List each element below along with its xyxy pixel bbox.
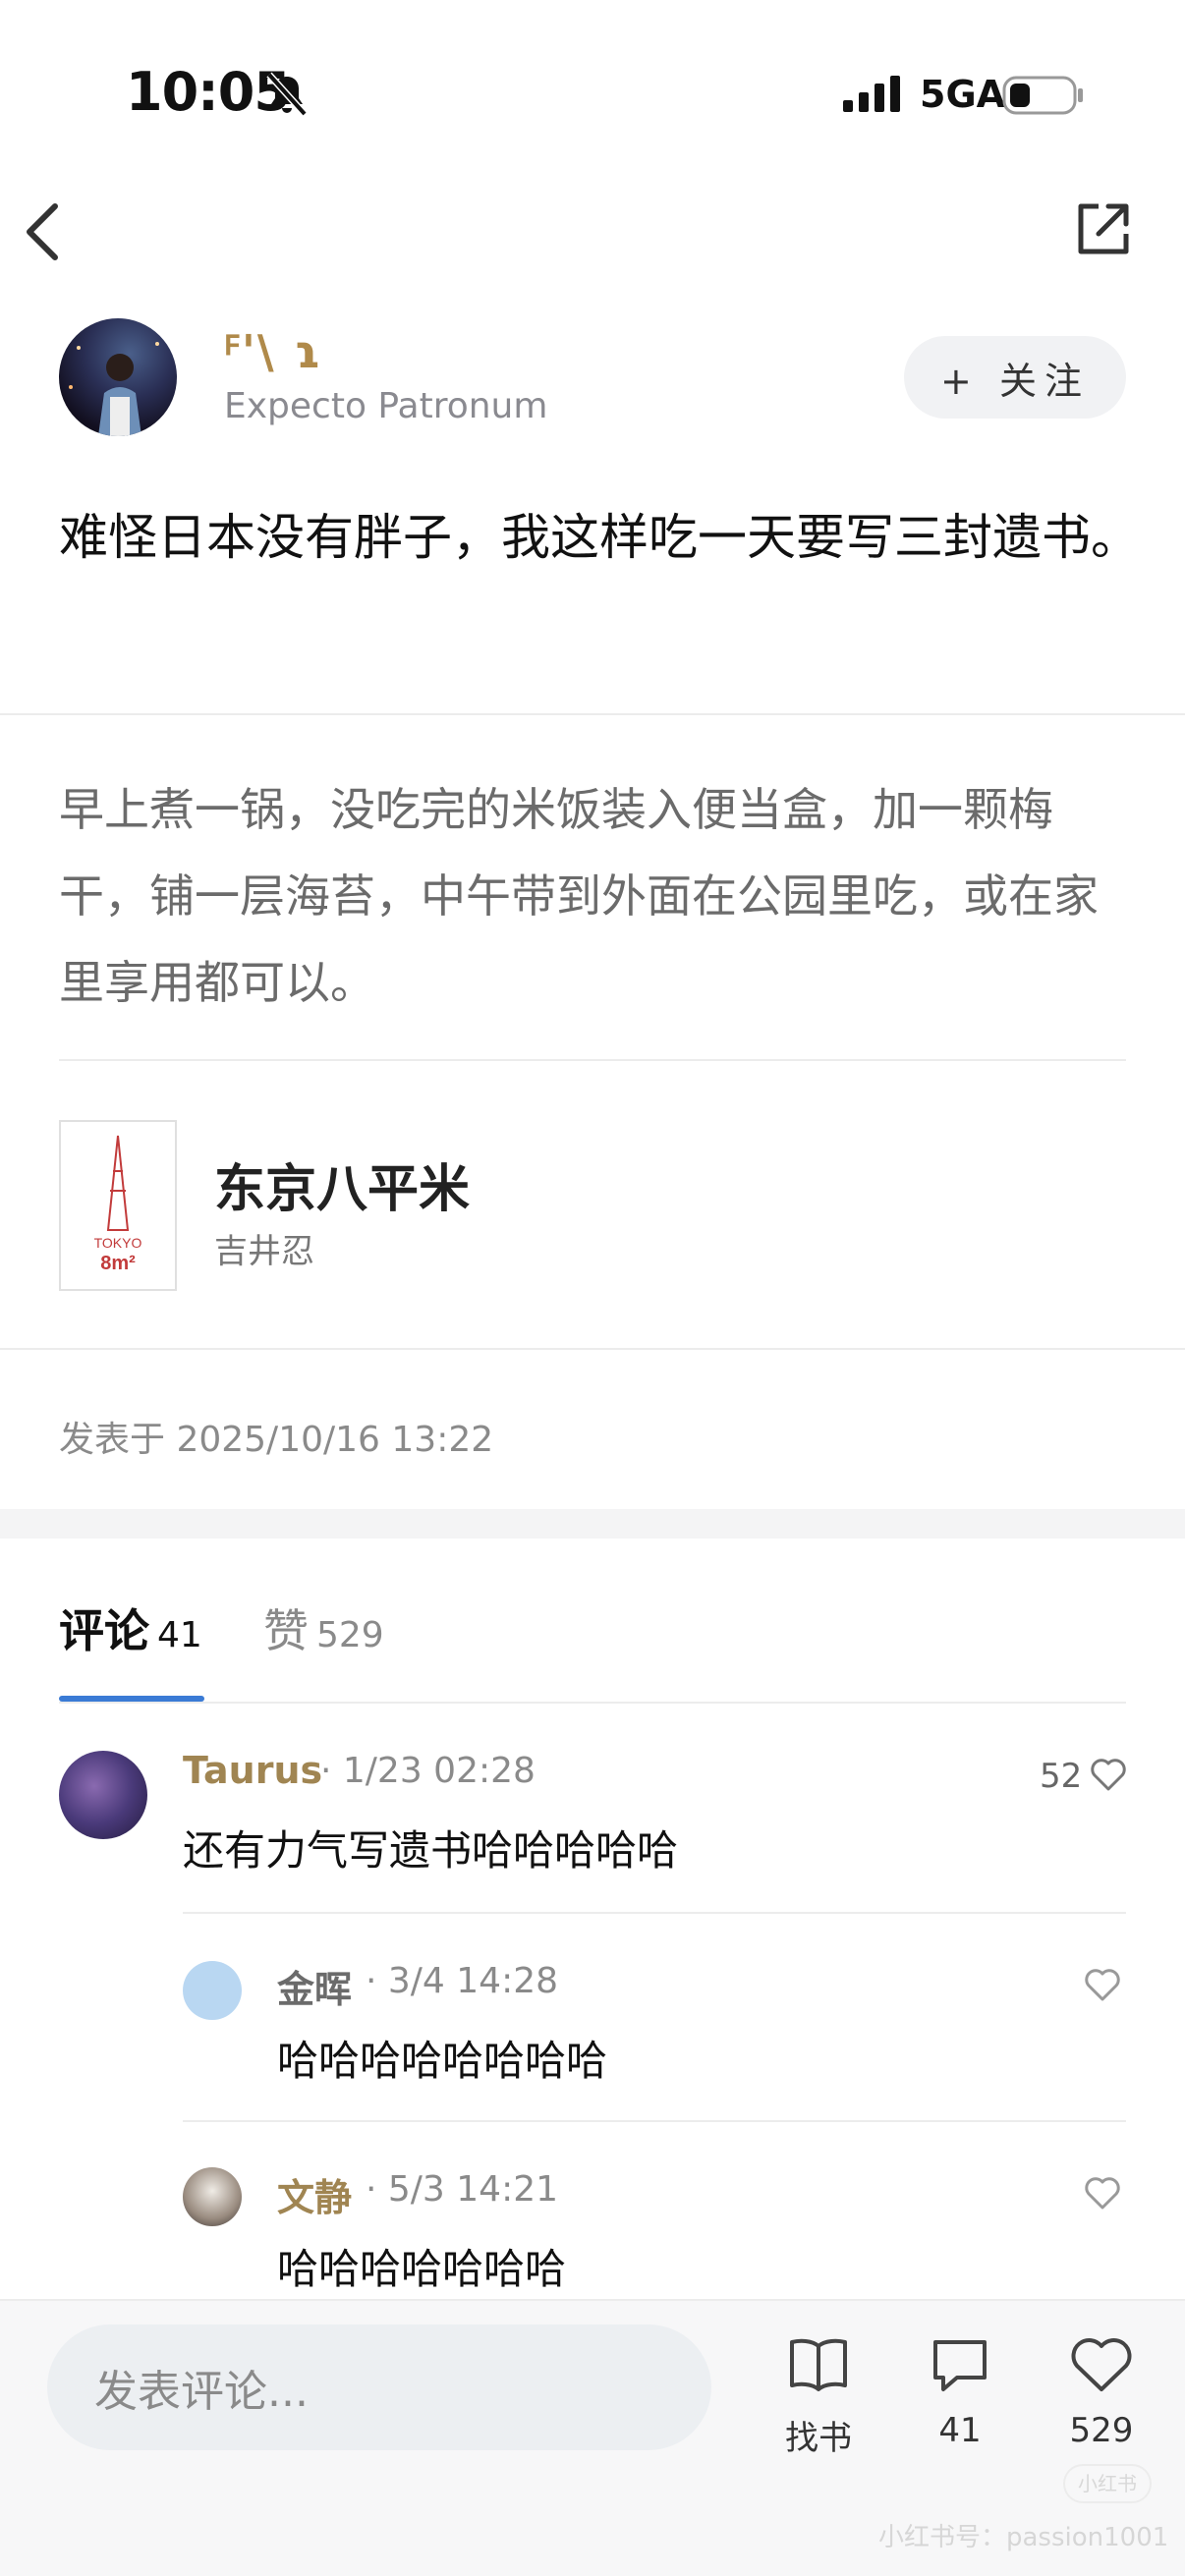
reply-author[interactable]: 文静 bbox=[277, 2167, 352, 2221]
publish-time: 发表于 2025/10/16 13:22 bbox=[59, 1420, 494, 1460]
book-title[interactable]: 东京八平米 bbox=[214, 1148, 470, 1221]
comment-count: 41 bbox=[938, 2411, 982, 2450]
heart-icon[interactable] bbox=[1083, 1965, 1122, 2004]
status-bar: 10:05 5GA bbox=[0, 0, 1185, 187]
like-count: 529 bbox=[1069, 2411, 1134, 2450]
like-button[interactable]: 529 bbox=[1047, 2334, 1156, 2450]
heart-icon bbox=[1071, 2338, 1132, 2391]
tab-likes-label: 赞 bbox=[263, 1604, 309, 1657]
divider bbox=[0, 1348, 1185, 1350]
bell-muted-icon bbox=[266, 72, 308, 117]
author-name[interactable]: ꟳ'\ ɿ bbox=[224, 320, 322, 381]
reply-text: 哈哈哈哈哈哈哈哈 bbox=[277, 2037, 608, 2085]
tab-comments[interactable]: 评论 41 bbox=[59, 1596, 202, 1660]
post-body: 早上煮一锅，没吃完的米饭装入便当盒，加一颗梅干，铺一层海苔，中午带到外面在公园里… bbox=[59, 783, 1099, 1009]
signal-icon bbox=[843, 76, 900, 112]
find-book-button[interactable]: 找书 bbox=[764, 2334, 873, 2459]
back-icon[interactable] bbox=[18, 196, 73, 267]
watermark-badge: 小红书 bbox=[1063, 2464, 1152, 2503]
comment-icon bbox=[933, 2340, 987, 2391]
svg-text:8m²: 8m² bbox=[100, 1253, 136, 1274]
comment-author[interactable]: Taurus bbox=[183, 1749, 322, 1792]
comment-button[interactable]: 41 bbox=[906, 2334, 1014, 2450]
tab-likes[interactable]: 赞 529 bbox=[263, 1596, 384, 1660]
find-book-label: 找书 bbox=[785, 2419, 852, 2458]
reply-avatar[interactable] bbox=[183, 1961, 242, 2020]
reply-author[interactable]: 金晖 bbox=[277, 1959, 352, 2013]
tab-comments-count: 41 bbox=[157, 1615, 202, 1655]
comment-like-count: 52 bbox=[1040, 1757, 1083, 1796]
reply-avatar[interactable] bbox=[183, 2167, 242, 2226]
battery-icon bbox=[1002, 76, 1083, 115]
svg-text:TOKYO: TOKYO bbox=[94, 1235, 142, 1251]
author-avatar[interactable] bbox=[59, 318, 177, 436]
follow-button[interactable]: + 关注 bbox=[904, 336, 1126, 419]
comment-text: 还有力气写遗书哈哈哈哈哈 bbox=[183, 1826, 679, 1875]
reply-text: 哈哈哈哈哈哈哈 bbox=[277, 2245, 567, 2293]
reply-time: · 5/3 14:21 bbox=[366, 2169, 559, 2210]
comment-avatar[interactable] bbox=[59, 1751, 147, 1839]
divider bbox=[59, 1702, 1126, 1704]
share-icon[interactable] bbox=[1071, 198, 1134, 261]
book-cover[interactable]: TOKYO 8m² bbox=[59, 1120, 177, 1291]
heart-icon[interactable] bbox=[1083, 2173, 1122, 2212]
divider bbox=[183, 2120, 1126, 2122]
network-type: 5GA bbox=[920, 73, 1006, 116]
book-author: 吉井忍 bbox=[214, 1232, 314, 1271]
post-title: 难怪日本没有胖子，我这样吃一天要写三封遗书。 bbox=[59, 509, 1140, 566]
tab-likes-count: 529 bbox=[316, 1615, 384, 1655]
watermark: 小红书号：passion1001 bbox=[878, 2523, 1169, 2552]
author-subtitle: Expecto Patronum bbox=[224, 386, 548, 426]
book-icon bbox=[790, 2338, 847, 2391]
heart-icon[interactable] bbox=[1089, 1755, 1128, 1794]
comment-time: · 1/23 02:28 bbox=[320, 1751, 536, 1791]
comment-input[interactable]: 发表评论... bbox=[47, 2324, 711, 2450]
divider bbox=[0, 713, 1185, 715]
reply-time: · 3/4 14:28 bbox=[366, 1961, 559, 2001]
divider bbox=[59, 1059, 1126, 1061]
tab-comments-label: 评论 bbox=[59, 1604, 149, 1657]
divider bbox=[183, 1912, 1126, 1914]
section-divider bbox=[0, 1509, 1185, 1539]
